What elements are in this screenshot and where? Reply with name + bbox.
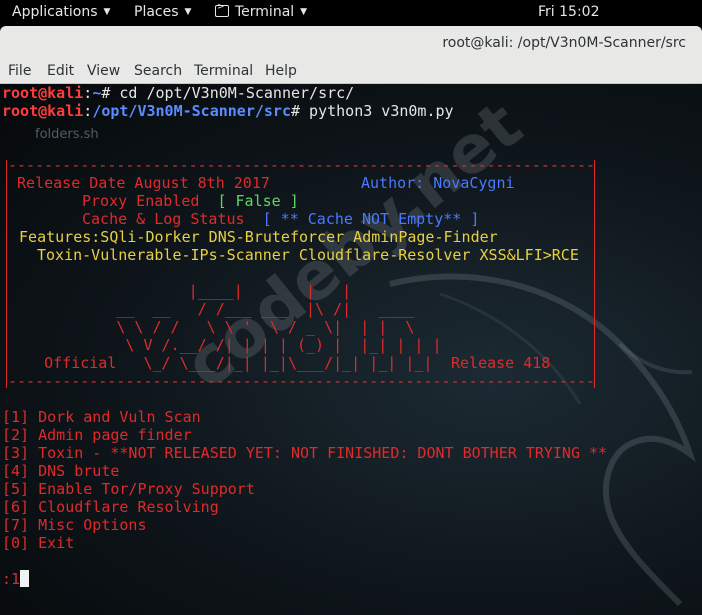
menu-option-2: [2] Admin page finder [2, 426, 192, 444]
terminal-icon [215, 2, 229, 17]
places-menu[interactable]: Places ▼ [134, 4, 191, 20]
faint-filename: folders.sh [35, 127, 99, 142]
input-prompt-line[interactable]: :1 [2, 570, 30, 588]
applications-label: Applications [12, 4, 98, 20]
banner-top-border: ----------------------------------------… [8, 156, 595, 174]
command-line-2: root@kali:/opt/V3n0M-Scanner/src# python… [2, 102, 454, 120]
window-titlebar[interactable]: root@kali: /opt/V3n0M-Scanner/src [0, 26, 702, 61]
clock[interactable]: Fri 15:02 [538, 4, 599, 20]
menu-search[interactable]: Search [134, 63, 182, 79]
terminal-area[interactable]: codeby.net root@kali:~# cd /opt/V3n0M-Sc… [0, 84, 702, 615]
banner-bottom-border: ----------------------------------------… [8, 372, 595, 390]
menu-option-0: [0] Exit [2, 534, 75, 552]
menu-edit[interactable]: Edit [47, 63, 74, 79]
menu-view[interactable]: View [87, 63, 120, 79]
window-title: root@kali: /opt/V3n0M-Scanner/src [442, 35, 686, 51]
chevron-down-icon: ▼ [184, 7, 192, 17]
menu-terminal[interactable]: Terminal [194, 63, 253, 79]
menu-option-4: [4] DNS brute [2, 462, 120, 480]
banner-art-5: Official \_/ \___/|_| |_|\___/|_| |_| |_… [8, 354, 433, 372]
banner-features-1: Features:SQli-Dorker DNS-Bruteforcer Adm… [10, 228, 498, 246]
banner-proxy-row: Proxy Enabled [ False ] [82, 192, 299, 210]
banner-cache-row: Cache & Log Status [ ** Cache NOT Empty*… [82, 210, 480, 228]
menu-help[interactable]: Help [265, 63, 297, 79]
banner-art-1: |____| | | [8, 282, 352, 300]
banner-release: Release 418 [451, 354, 551, 372]
banner-features-2: Toxin-Vulnerable-IPs-Scanner Cloudflare-… [37, 246, 579, 264]
command-line-1: root@kali:~# cd /opt/V3n0M-Scanner/src/ [2, 84, 355, 102]
menu-file[interactable]: File [8, 63, 31, 79]
menubar: File Edit View Search Terminal Help [0, 60, 702, 84]
chevron-down-icon: ▼ [300, 7, 308, 17]
menu-option-5: [5] Enable Tor/Proxy Support [2, 480, 255, 498]
banner-author: Author: NovaCygni [361, 174, 515, 192]
banner-art-3: \ \ / / \ \ ' \ / _ \| | | \ [8, 318, 415, 336]
chevron-down-icon: ▼ [103, 7, 111, 17]
banner-art-2: __ __ / /___ ___ |\ /| ____ [8, 300, 415, 318]
terminal-app-label: Terminal [235, 4, 295, 20]
text-cursor [20, 570, 30, 587]
menu-option-3: [3] Toxin - **NOT RELEASED YET: NOT FINI… [2, 444, 608, 462]
terminal-app-menu[interactable]: Terminal ▼ [215, 2, 308, 20]
banner-release-row: Release Date August 8th 2017 [8, 174, 270, 192]
menu-option-7: [7] Misc Options [2, 516, 147, 534]
places-label: Places [134, 4, 179, 20]
gnome-top-bar: Applications ▼ Places ▼ Terminal ▼ Fri 15:0… [0, 0, 702, 26]
menu-option-1: [1] Dork and Vuln Scan [2, 408, 201, 426]
banner-art-4: \ V /.__/ /| | | | (_) | |_| | | | [8, 336, 442, 354]
menu-option-6: [6] Cloudflare Resolving [2, 498, 219, 516]
applications-menu[interactable]: Applications ▼ [12, 4, 110, 20]
